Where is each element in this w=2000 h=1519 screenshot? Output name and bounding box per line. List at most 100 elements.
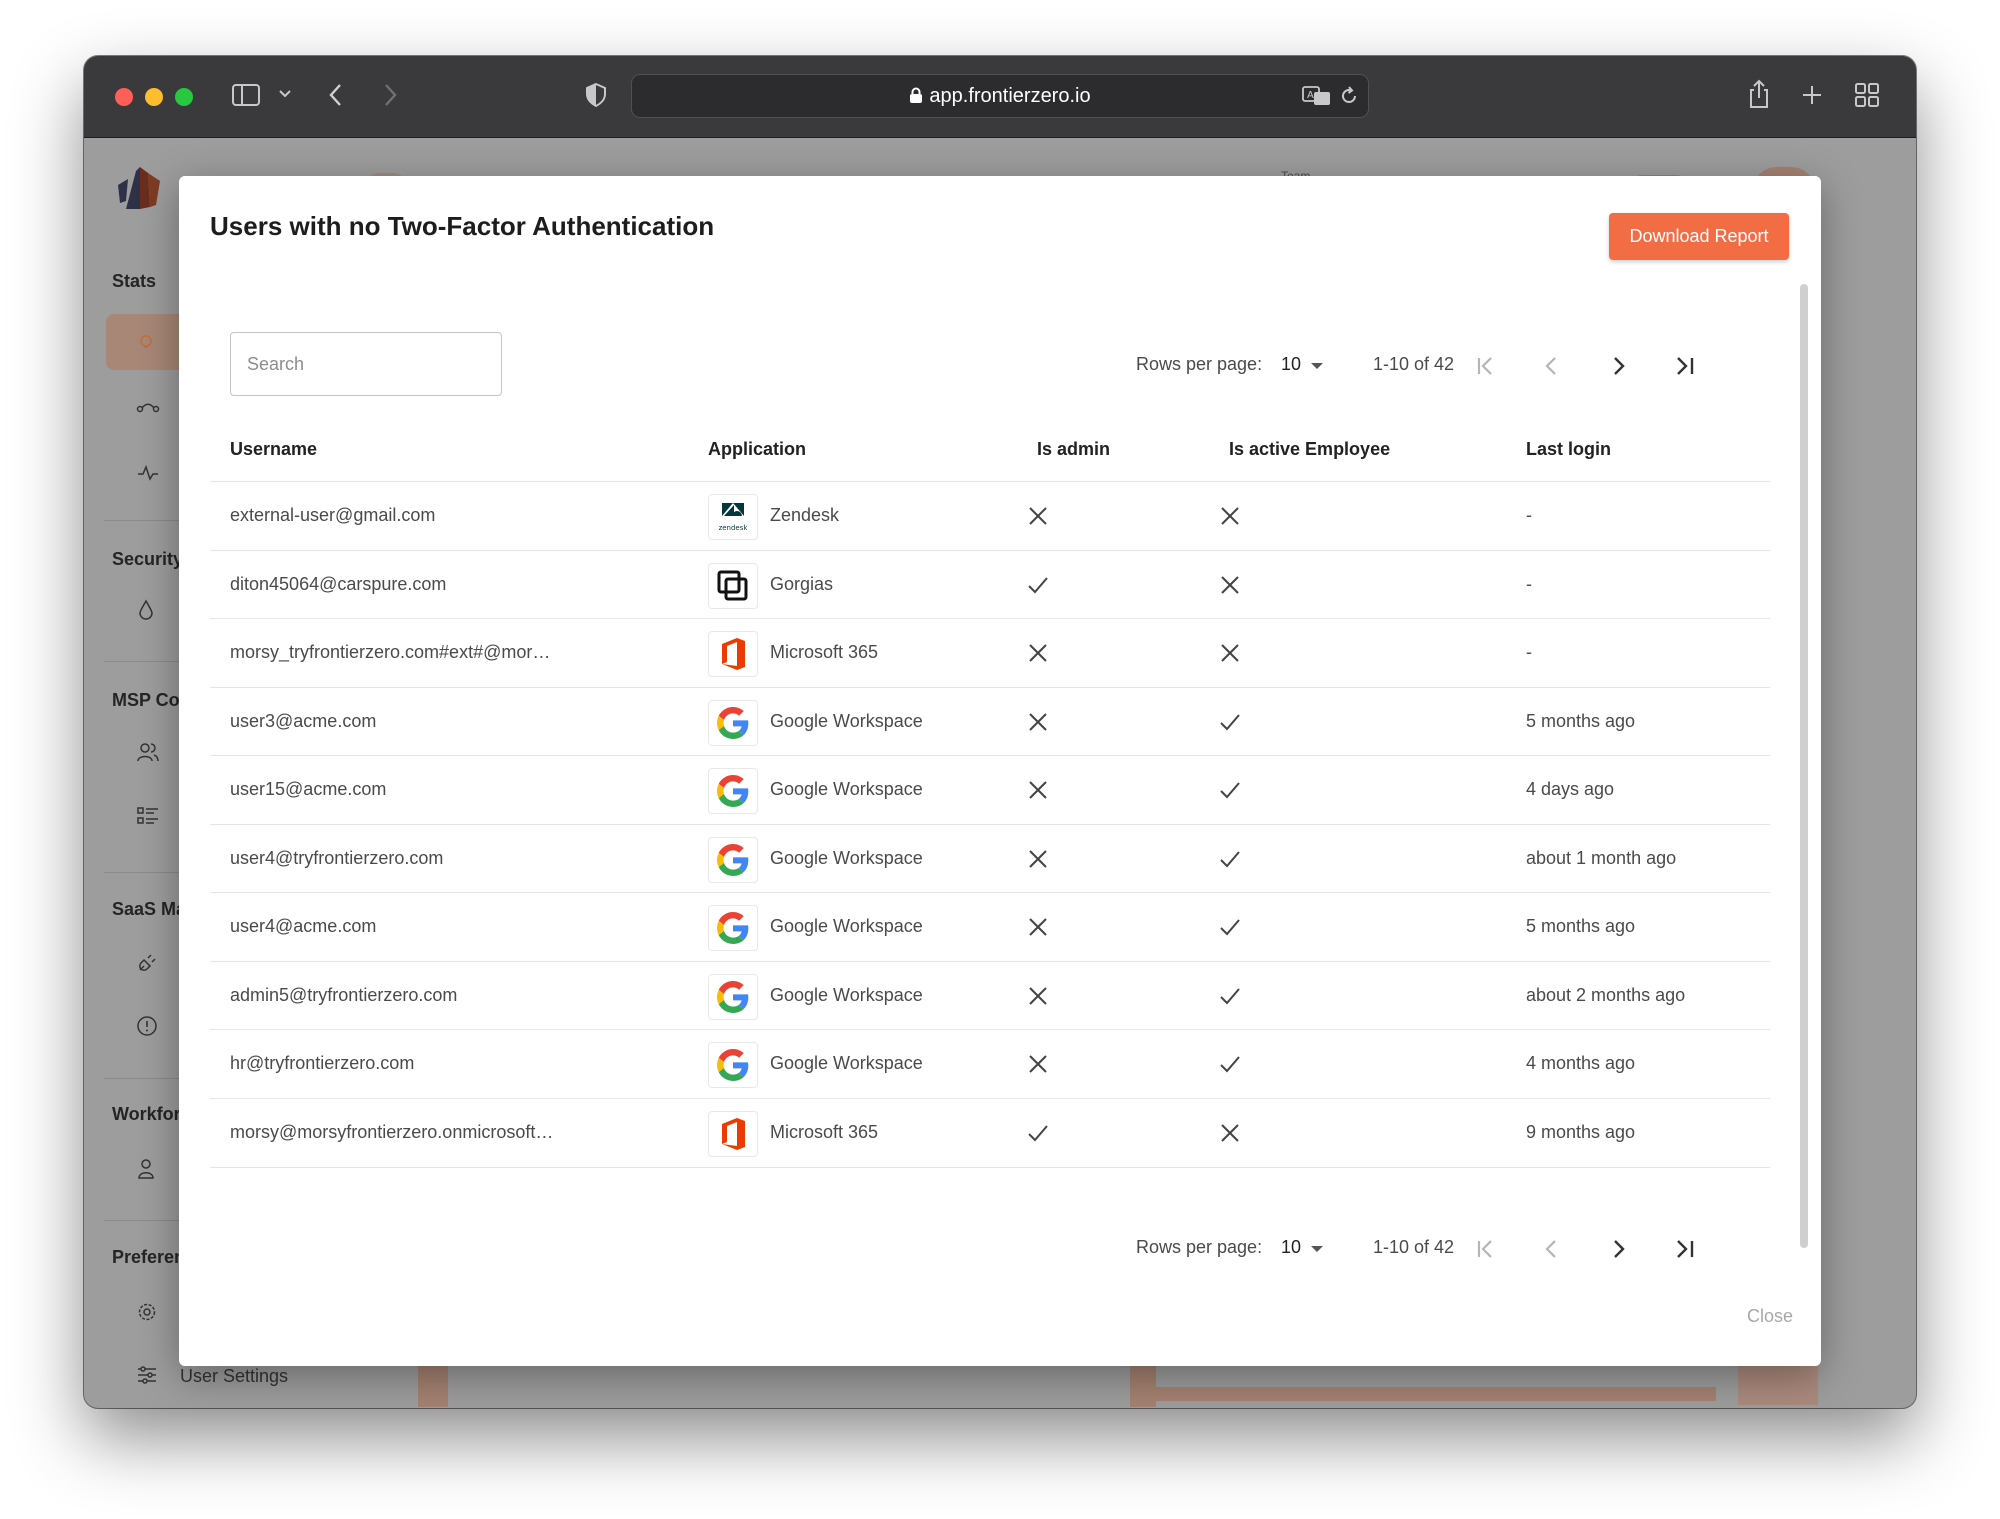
last-login-cell: 9 months ago: [1526, 1121, 1636, 1142]
drop-icon[interactable]: [136, 599, 156, 621]
google-icon: [708, 1042, 758, 1088]
check-icon: [1218, 1052, 1242, 1081]
sidebar-item-stats-active[interactable]: [106, 314, 186, 370]
previous-page-icon[interactable]: [1536, 1233, 1568, 1265]
rows-per-page-select[interactable]: 10: [1281, 354, 1324, 375]
next-page-icon[interactable]: [1602, 350, 1634, 382]
sliders-icon[interactable]: [136, 1364, 158, 1386]
username-cell: morsy_tryfrontierzero.com#ext#@mor…: [230, 642, 551, 662]
svg-text:A: A: [1307, 90, 1314, 101]
cross-icon: [1026, 915, 1050, 944]
last-login-cell: about 1 month ago: [1526, 847, 1677, 868]
table-row[interactable]: user4@tryfrontierzero.com Google Workspac…: [210, 823, 1770, 893]
google-icon: [708, 768, 758, 814]
username-cell: external-user@gmail.com: [230, 505, 436, 525]
forward-icon[interactable]: [380, 82, 400, 108]
rows-per-page-select[interactable]: 10: [1281, 1237, 1324, 1258]
sidebar-section-saas: SaaS Ma: [112, 899, 187, 919]
back-icon[interactable]: [326, 82, 346, 108]
zendesk-icon: zendesk: [708, 494, 758, 540]
zoom-window-button[interactable]: [175, 88, 193, 106]
cross-icon: [1026, 641, 1050, 670]
activity-icon[interactable]: [136, 463, 160, 483]
check-icon: [1218, 984, 1242, 1013]
username-cell: hr@tryfrontierzero.com: [230, 1053, 415, 1073]
close-window-button[interactable]: [115, 88, 133, 106]
column-header-username[interactable]: Username: [230, 439, 317, 460]
chevron-down-icon[interactable]: [278, 88, 292, 100]
list-icon[interactable]: [136, 805, 160, 827]
cross-icon: [1026, 710, 1050, 739]
table-row[interactable]: diton45064@carspure.com Gorgias -: [210, 549, 1770, 619]
column-header-is-active-employee[interactable]: Is active Employee: [1229, 439, 1390, 460]
users-icon[interactable]: [136, 741, 160, 763]
browser-toolbar: app.frontierzero.io A: [84, 56, 1916, 138]
last-page-icon[interactable]: [1669, 350, 1701, 382]
table-row[interactable]: user3@acme.com Google Workspace 5 months a…: [210, 686, 1770, 756]
rows-per-page-value: 10: [1281, 354, 1302, 374]
google-icon: [708, 836, 758, 883]
plug-icon[interactable]: [136, 952, 158, 974]
application-cell: Google Workspace: [770, 710, 923, 731]
check-icon: [1218, 847, 1242, 876]
rows-per-page-value: 10: [1281, 1237, 1302, 1257]
microsoft-365-icon: [708, 631, 758, 677]
table-row[interactable]: morsy@morsyfrontierzero.onmicrosoft… Micr…: [210, 1097, 1770, 1168]
previous-page-icon[interactable]: [1536, 350, 1568, 382]
username-cell: user4@tryfrontierzero.com: [230, 847, 444, 868]
sidebar-item-user-settings[interactable]: User Settings: [180, 1366, 288, 1387]
application-cell: Google Workspace: [770, 779, 923, 799]
frontierzero-logo: [118, 167, 160, 209]
pagination-range: 1-10 of 42: [1373, 354, 1455, 374]
download-report-button[interactable]: Download Report: [1609, 213, 1789, 260]
table-row[interactable]: user4@acme.com Google Workspace 5 months a…: [210, 892, 1770, 961]
sidebar-section-security: Security: [112, 549, 184, 569]
table-row[interactable]: external-user@gmail.com zendesk Zendesk -: [210, 481, 1770, 550]
person-icon[interactable]: [136, 1158, 156, 1180]
table-row[interactable]: user15@acme.com Google Workspace 4 days ag…: [210, 755, 1770, 824]
gorgias-icon: [708, 562, 758, 609]
alert-icon[interactable]: [136, 1015, 158, 1037]
table-row[interactable]: admin5@tryfrontierzero.com Google Workspa…: [210, 960, 1770, 1030]
cross-icon: [1218, 1121, 1242, 1150]
close-button[interactable]: Close: [1747, 1306, 1793, 1327]
scrollbar-thumb[interactable]: [1800, 284, 1808, 1248]
last-page-icon[interactable]: [1669, 1233, 1701, 1265]
settings-icon[interactable]: [136, 1301, 158, 1323]
content-stripe-3: [1156, 1387, 1716, 1401]
last-login-cell: 5 months ago: [1526, 710, 1636, 731]
rows-per-page-label: Rows per page:: [1136, 1237, 1263, 1257]
address-bar[interactable]: app.frontierzero.io A: [631, 74, 1369, 118]
first-page-icon[interactable]: [1470, 350, 1502, 382]
application-cell: Google Workspace: [770, 1053, 923, 1073]
username-cell: admin5@tryfrontierzero.com: [230, 984, 458, 1005]
sidebar-toggle-icon[interactable]: [231, 82, 261, 108]
table-row[interactable]: morsy_tryfrontierzero.com#ext#@mor… Micro…: [210, 618, 1770, 687]
privacy-shield-icon[interactable]: [584, 82, 608, 108]
sidebar-section-msp: MSP Co: [112, 690, 180, 710]
first-page-icon[interactable]: [1470, 1233, 1502, 1265]
dialog-title: Users with no Two-Factor Authentication: [210, 211, 715, 241]
svg-text:zendesk: zendesk: [719, 524, 749, 532]
microsoft-365-icon: [708, 1110, 758, 1157]
cross-icon: [1026, 847, 1050, 876]
last-login-cell: 4 days ago: [1526, 779, 1615, 799]
network-icon[interactable]: [136, 399, 160, 419]
check-icon: [1026, 573, 1050, 602]
dialog-scrollbar[interactable]: [1797, 284, 1811, 1284]
lock-icon: [910, 87, 923, 103]
rows-per-page-label: Rows per page:: [1136, 354, 1263, 374]
minimize-window-button[interactable]: [145, 88, 163, 106]
new-tab-icon[interactable]: [1801, 84, 1823, 106]
last-login-cell: 4 months ago: [1526, 1053, 1636, 1073]
next-page-icon[interactable]: [1602, 1233, 1634, 1265]
reload-icon[interactable]: [1339, 86, 1359, 106]
column-header-application[interactable]: Application: [708, 439, 806, 460]
last-login-cell: -: [1526, 505, 1532, 525]
tab-overview-icon[interactable]: [1854, 82, 1880, 108]
share-icon[interactable]: [1747, 78, 1771, 110]
column-header-last-login[interactable]: Last login: [1526, 439, 1611, 460]
translate-icon[interactable]: A: [1302, 85, 1332, 107]
column-header-is-admin[interactable]: Is admin: [1037, 439, 1110, 460]
table-row[interactable]: hr@tryfrontierzero.com Google Workspace 4 …: [210, 1029, 1770, 1098]
